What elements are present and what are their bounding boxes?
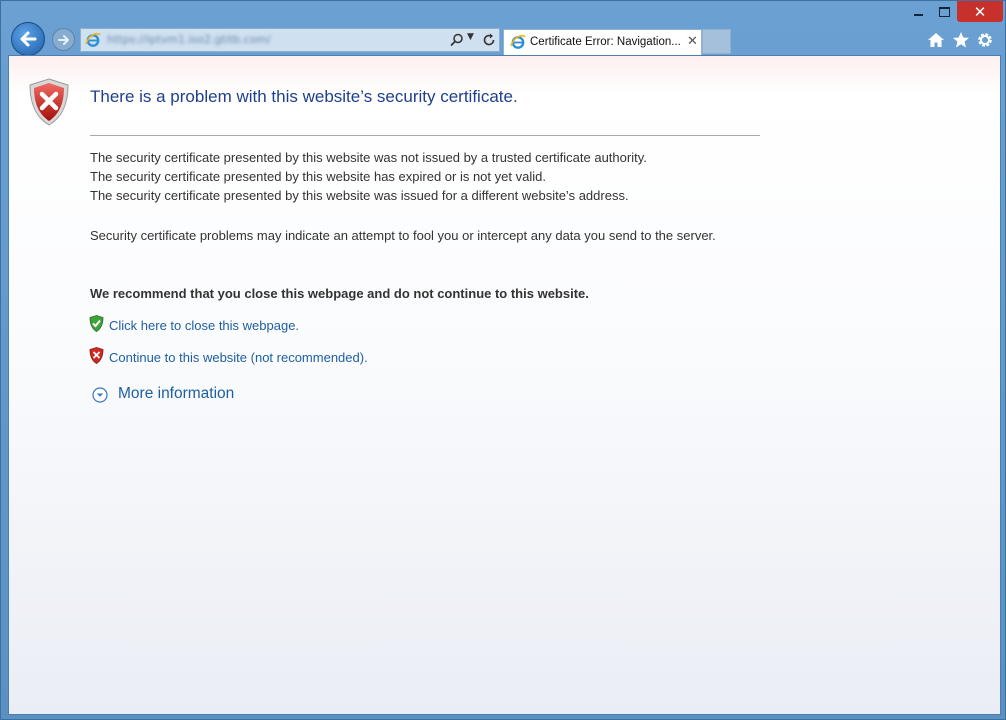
tab-close-icon[interactable]: ✕: [687, 34, 698, 49]
forward-arrow-icon: [57, 34, 69, 45]
divider: [90, 135, 760, 136]
close-webpage-link[interactable]: Click here to close this webpage.: [109, 318, 299, 333]
error-shield-icon: [29, 78, 69, 126]
ie-logo-icon: [85, 32, 101, 47]
chevron-down-icon[interactable]: ▼: [467, 32, 474, 42]
back-button[interactable]: [11, 22, 45, 56]
reason-line-expired: The security certificate presented by th…: [90, 169, 546, 184]
address-bar[interactable]: https://iptvm1.iso2.gtitb.com/ ▼: [80, 28, 500, 52]
page-content: There is a problem with this website’s s…: [8, 55, 1001, 715]
back-arrow-icon: [20, 31, 37, 47]
maximize-icon: [938, 7, 950, 17]
expand-chevron-icon[interactable]: [92, 387, 108, 403]
continue-website-link[interactable]: Continue to this website (not recommende…: [109, 350, 368, 365]
search-icon[interactable]: [449, 32, 465, 48]
refresh-icon[interactable]: [481, 32, 497, 48]
browser-window: ✕ https://iptvm1.iso2.gtitb.com/ ▼ Certi…: [0, 0, 1006, 720]
home-icon[interactable]: [927, 31, 945, 49]
address-url[interactable]: https://iptvm1.iso2.gtitb.com/: [107, 33, 271, 46]
recommendation-text: We recommend that you close this webpage…: [90, 286, 589, 301]
favorites-star-icon[interactable]: [952, 31, 970, 49]
minimize-icon: [913, 14, 923, 16]
reason-line-mismatch: The security certificate presented by th…: [90, 188, 629, 203]
minimize-button[interactable]: [905, 1, 931, 23]
page-title: There is a problem with this website’s s…: [90, 87, 518, 106]
tab-title: Certificate Error: Navigation...: [530, 36, 681, 48]
new-tab-button[interactable]: [702, 29, 731, 54]
close-window-button[interactable]: ✕: [957, 1, 1003, 22]
maximize-button[interactable]: [931, 1, 957, 23]
reason-line-untrusted: The security certificate presented by th…: [90, 150, 647, 165]
green-shield-icon: [89, 315, 104, 332]
red-shield-icon: [89, 347, 104, 364]
forward-button[interactable]: [52, 28, 75, 51]
ie-logo-icon: [510, 34, 526, 49]
gear-icon[interactable]: [976, 31, 994, 49]
warning-text: Security certificate problems may indica…: [90, 228, 716, 243]
more-information-link[interactable]: More information: [118, 385, 234, 403]
tab-certificate-error[interactable]: Certificate Error: Navigation... ✕: [503, 29, 702, 55]
